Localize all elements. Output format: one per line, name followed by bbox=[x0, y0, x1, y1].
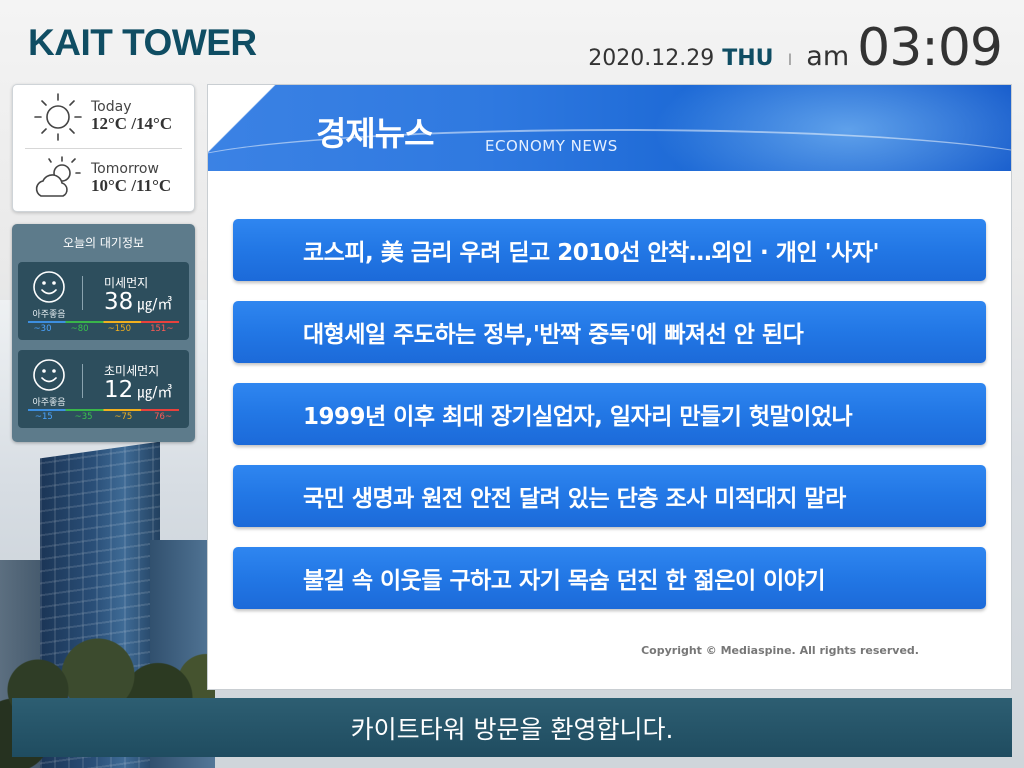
news-board: 경제뉴스 ECONOMY NEWS 코스피, 美 금리 우려 딛고 2010선 … bbox=[207, 84, 1012, 690]
weather-tomorrow-label: Tomorrow bbox=[91, 160, 159, 177]
news-list: 코스피, 美 금리 우려 딛고 2010선 안착…외인 · 개인 '사자' 대형… bbox=[233, 219, 986, 629]
weather-tomorrow-temp: 10°C /11°C bbox=[91, 176, 172, 196]
day-of-week: THU bbox=[722, 46, 774, 71]
pm10-grade: 아주좋음 bbox=[32, 310, 66, 320]
pm25-unit: ㎍/㎥ bbox=[137, 383, 173, 401]
date: 2020.12.29 bbox=[588, 46, 715, 71]
pm25-value: 12 bbox=[104, 377, 134, 403]
news-title: 경제뉴스 bbox=[316, 114, 434, 153]
separator: I bbox=[787, 50, 793, 69]
clock-time: 03:09 bbox=[857, 18, 1003, 78]
pm10-value: 38 bbox=[104, 289, 134, 315]
ampm: am bbox=[806, 41, 850, 72]
pm10-scale-2: ~80 bbox=[70, 324, 89, 334]
cloud-sun-icon bbox=[35, 156, 81, 197]
air-quality-panel: 오늘의 대기정보 아주좋음 미세먼지 38 ㎍/㎥ ~30 ~80 ~150 1… bbox=[12, 224, 195, 442]
news-item[interactable]: 국민 생명과 원전 안전 달려 있는 단층 조사 미적대지 말라 bbox=[233, 465, 986, 527]
copyright: Copyright © Mediaspine. All rights reser… bbox=[641, 644, 919, 657]
sun-icon bbox=[34, 93, 82, 141]
brand-title: KAIT TOWER bbox=[28, 22, 257, 63]
pm25-value-group: 12 ㎍/㎥ bbox=[104, 377, 172, 403]
weather-tomorrow: Tomorrow 10°C /11°C bbox=[13, 149, 194, 209]
pm25-grade: 아주좋음 bbox=[32, 398, 66, 408]
pm10-scale-4: 151~ bbox=[150, 324, 174, 334]
news-item[interactable]: 대형세일 주도하는 정부,'반짝 중독'에 빠져선 안 된다 bbox=[233, 301, 986, 363]
pm25-card: 아주좋음 초미세먼지 12 ㎍/㎥ ~15 ~35 ~75 76~ bbox=[18, 350, 189, 428]
news-subtitle: ECONOMY NEWS bbox=[485, 137, 618, 155]
pm25-scale-1: ~15 bbox=[34, 412, 53, 422]
weather-today-temp: 12°C /14°C bbox=[91, 114, 173, 134]
weather-today-label: Today bbox=[91, 98, 132, 115]
pm25-scale-4: 76~ bbox=[154, 412, 173, 422]
pm25-scale-2: ~35 bbox=[74, 412, 93, 422]
weather-panel: Today 12°C /14°C Tomorrow 10°C /11°C bbox=[12, 84, 195, 212]
pm10-unit: ㎍/㎥ bbox=[137, 295, 173, 313]
divider bbox=[82, 364, 83, 398]
news-item[interactable]: 코스피, 美 금리 우려 딛고 2010선 안착…외인 · 개인 '사자' bbox=[233, 219, 986, 281]
datetime: 2020.12.29 THU I am 03:09 bbox=[588, 18, 1003, 78]
divider bbox=[82, 276, 83, 310]
pm10-card: 아주좋음 미세먼지 38 ㎍/㎥ ~30 ~80 ~150 151~ bbox=[18, 262, 189, 340]
weather-today: Today 12°C /14°C bbox=[13, 87, 194, 147]
pm10-scale-3: ~150 bbox=[107, 324, 131, 334]
pm25-scale: ~15 ~35 ~75 76~ bbox=[24, 410, 183, 424]
pm10-scale-1: ~30 bbox=[33, 324, 52, 334]
smile-icon bbox=[33, 271, 65, 303]
news-banner: 경제뉴스 ECONOMY NEWS bbox=[208, 85, 1011, 171]
pm10-scale: ~30 ~80 ~150 151~ bbox=[24, 322, 183, 336]
smile-icon bbox=[33, 359, 65, 391]
news-item[interactable]: 불길 속 이웃들 구하고 자기 목숨 던진 한 젊은이 이야기 bbox=[233, 547, 986, 609]
news-item[interactable]: 1999년 이후 최대 장기실업자, 일자리 만들기 헛말이었나 bbox=[233, 383, 986, 445]
welcome-banner: 카이트타워 방문을 환영합니다. bbox=[12, 698, 1012, 757]
air-quality-title: 오늘의 대기정보 bbox=[62, 236, 145, 250]
pm10-value-group: 38 ㎍/㎥ bbox=[104, 289, 172, 315]
pm25-scale-3: ~75 bbox=[114, 412, 133, 422]
